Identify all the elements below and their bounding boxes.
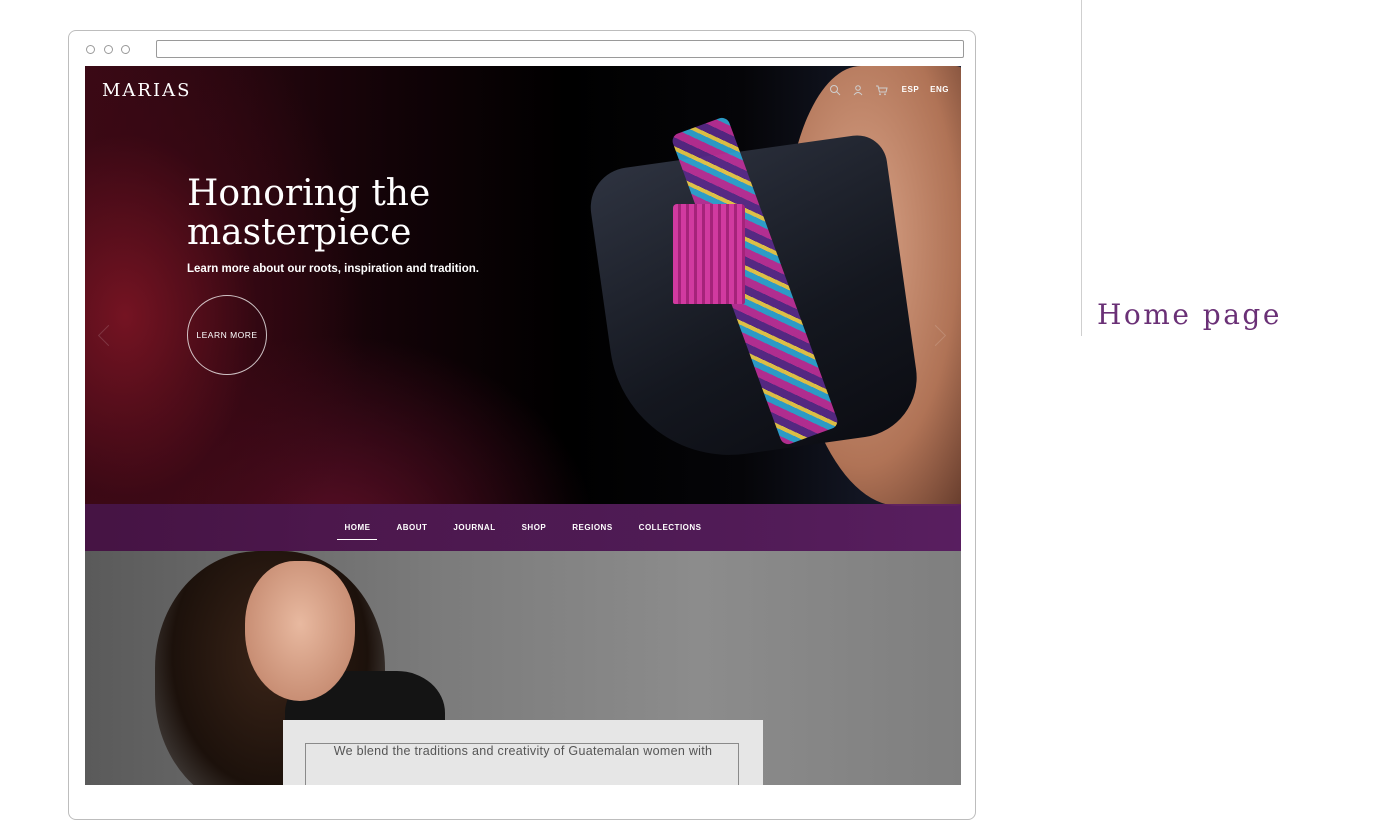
website-viewport: MARIAS ESP ENG Honoring the masterpiece … [85, 66, 961, 785]
hero-subtitle: Learn more about our roots, inspiration … [187, 263, 479, 275]
cart-icon[interactable] [875, 83, 888, 96]
nav-item-collections[interactable]: COLLECTIONS [626, 504, 715, 551]
address-bar[interactable] [156, 40, 964, 58]
main-nav: HOME ABOUT JOURNAL SHOP REGIONS COLLECTI… [85, 504, 961, 551]
user-icon[interactable] [852, 83, 864, 96]
nav-item-about[interactable]: ABOUT [383, 504, 440, 551]
about-card: We blend the traditions and creativity o… [283, 720, 763, 785]
header-utilities: ESP ENG [829, 83, 949, 96]
hero-section: MARIAS ESP ENG Honoring the masterpiece … [85, 66, 961, 551]
carousel-prev-arrow-icon[interactable] [97, 324, 120, 347]
hero-title: Honoring the masterpiece [187, 173, 431, 253]
nav-item-shop[interactable]: SHOP [509, 504, 560, 551]
nav-item-regions[interactable]: REGIONS [559, 504, 625, 551]
learn-more-button[interactable]: LEARN MORE [187, 295, 267, 375]
about-card-text: We blend the traditions and creativity o… [333, 744, 713, 758]
lang-esp-link[interactable]: ESP [902, 85, 920, 94]
search-icon[interactable] [829, 83, 841, 96]
window-minimize-dot[interactable] [104, 45, 113, 54]
hero-tassel-image [673, 204, 745, 304]
nav-item-journal[interactable]: JOURNAL [440, 504, 508, 551]
caption-divider [1081, 0, 1082, 336]
about-section: We blend the traditions and creativity o… [85, 551, 961, 785]
site-logo[interactable]: MARIAS [102, 80, 191, 101]
about-model-face-image [245, 561, 355, 701]
window-close-dot[interactable] [86, 45, 95, 54]
page-caption: Home page [1097, 298, 1282, 331]
window-maximize-dot[interactable] [121, 45, 130, 54]
nav-item-home[interactable]: HOME [331, 504, 383, 551]
lang-eng-link[interactable]: ENG [930, 85, 949, 94]
